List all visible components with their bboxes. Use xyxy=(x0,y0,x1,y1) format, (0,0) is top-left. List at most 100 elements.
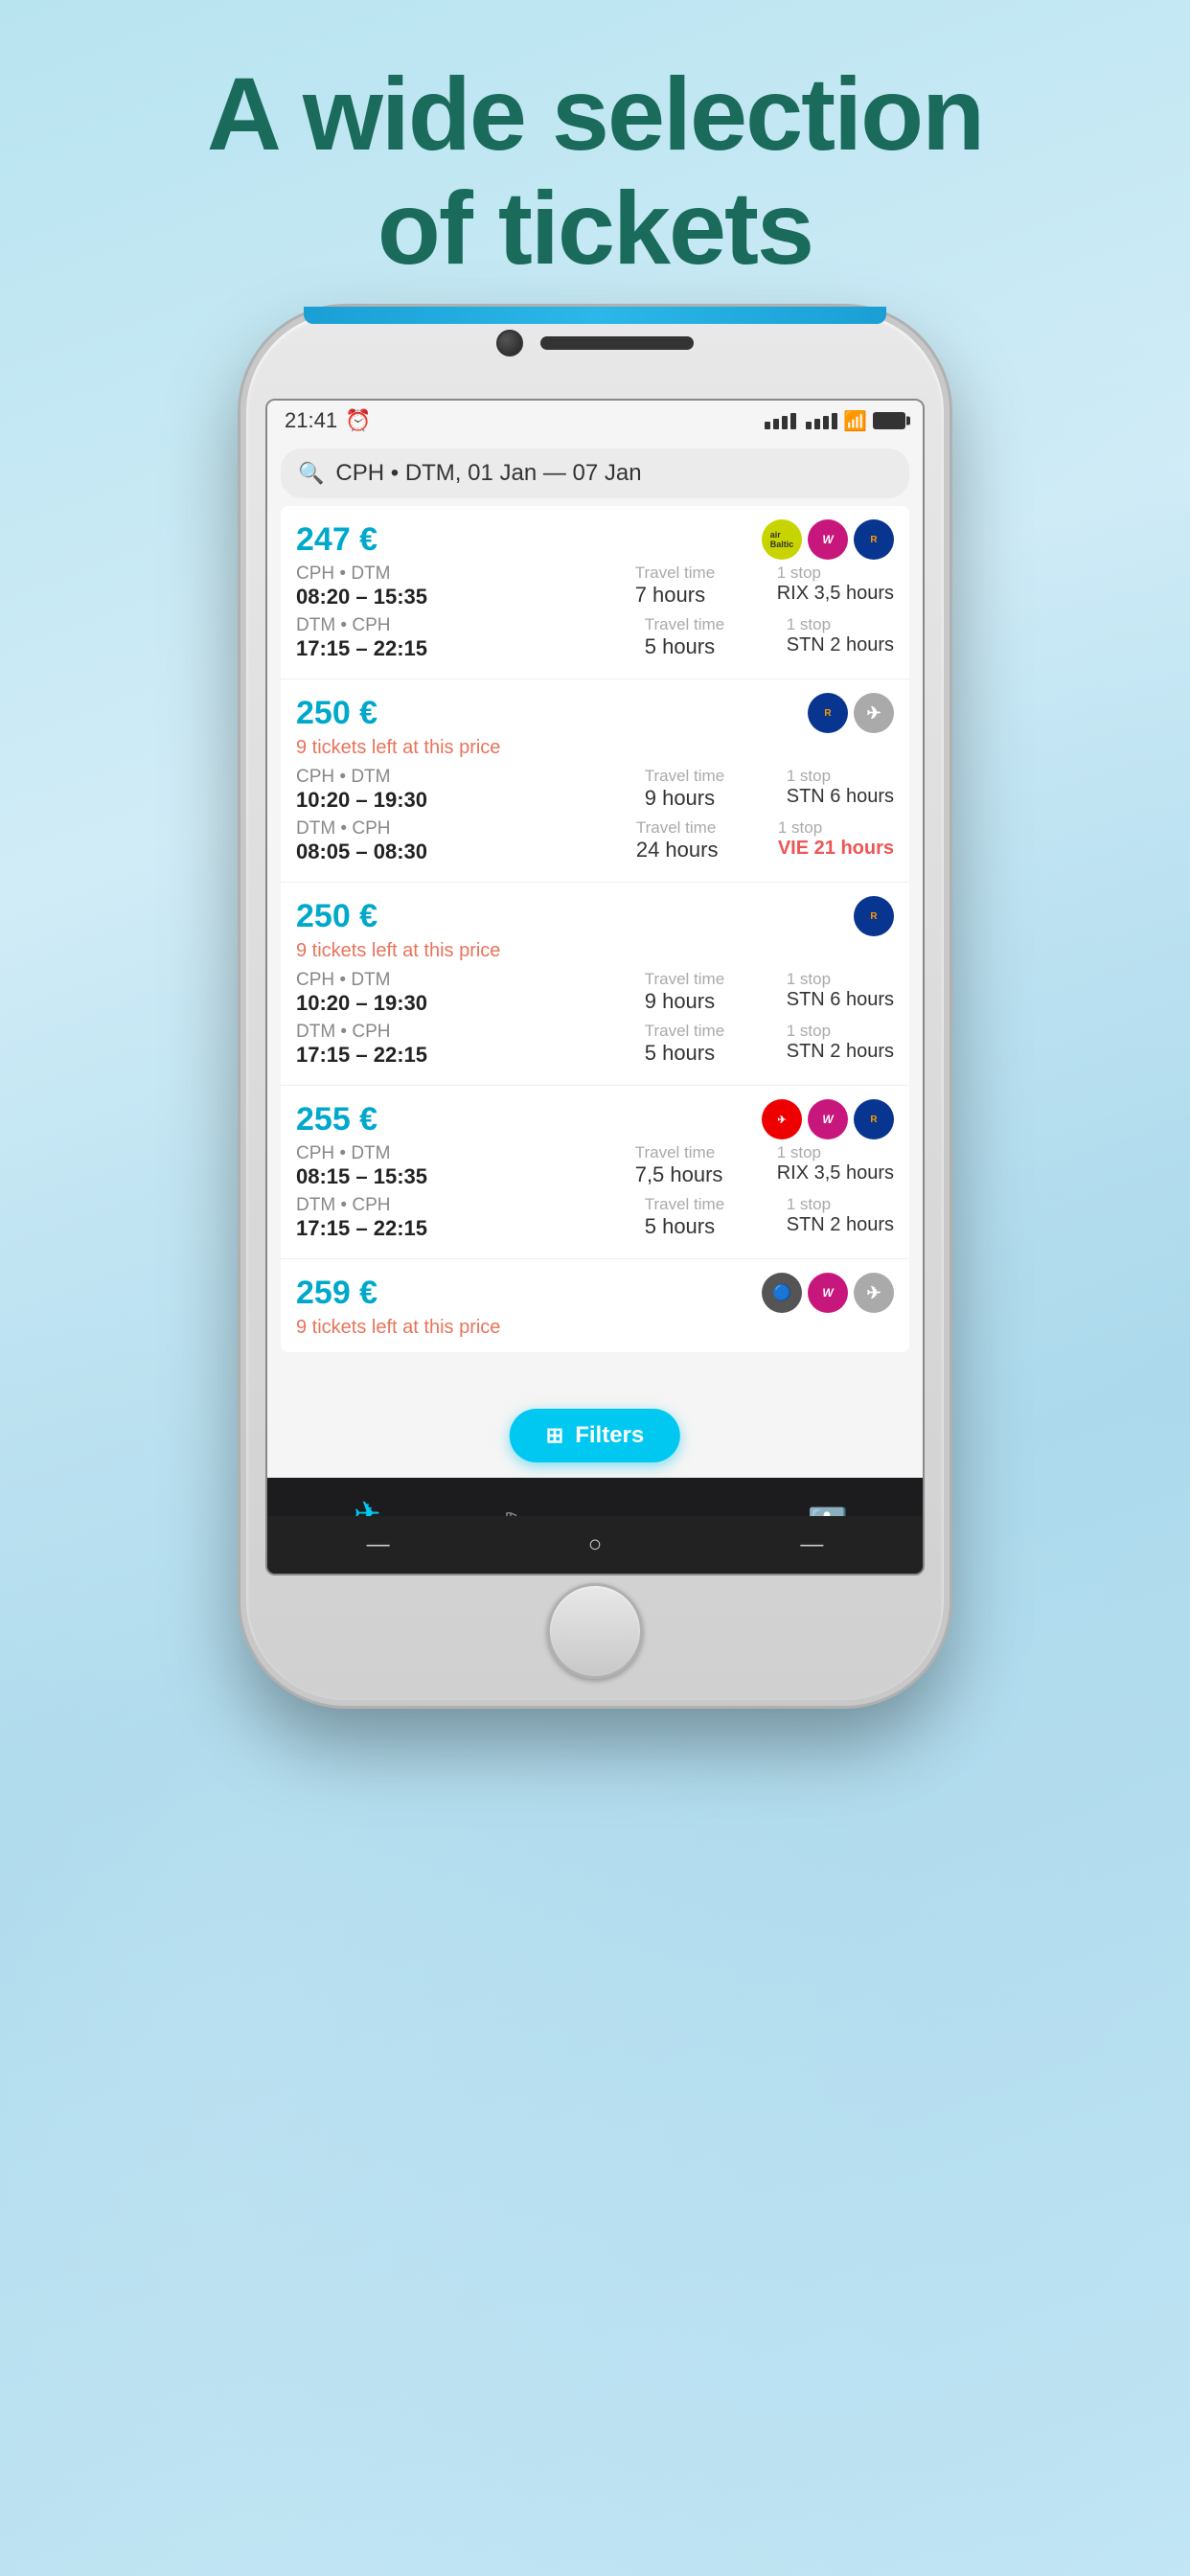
ryanair-logo-4: R xyxy=(854,1099,894,1139)
plane-logo-2: ✈ xyxy=(854,693,894,733)
flight-card-3[interactable]: 250 € R 9 tickets left at this price xyxy=(281,883,909,1086)
status-right: 📶 xyxy=(765,409,905,433)
signal-bar-1 xyxy=(765,422,770,429)
signal-bars-2 xyxy=(806,413,837,429)
airline-logos-2: R ✈ xyxy=(808,693,894,733)
android-back-btn[interactable]: — xyxy=(367,1531,390,1558)
price-5: 259 € xyxy=(296,1275,378,1312)
inbound-traveltime-2: Travel time 24 hours xyxy=(636,818,770,862)
outbound-route-3: CPH • DTM xyxy=(296,970,637,991)
outbound-row-2: CPH • DTM 10:20 – 19:30 Travel time 9 ho… xyxy=(296,767,894,813)
outbound-stop-4: 1 stop RIX 3,5 hours xyxy=(777,1143,894,1184)
inbound-row-4: DTM • CPH 17:15 – 22:15 Travel time 5 ho… xyxy=(296,1195,894,1241)
outbound-traveltime-4: Travel time 7,5 hours xyxy=(635,1143,769,1187)
inbound-row-2: DTM • CPH 08:05 – 08:30 Travel time 24 h… xyxy=(296,818,894,864)
outbound-row-3: CPH • DTM 10:20 – 19:30 Travel time 9 ho… xyxy=(296,970,894,1016)
ryanair-logo-3: R xyxy=(854,896,894,936)
search-query: CPH • DTM, 01 Jan — 07 Jan xyxy=(335,460,641,487)
wizz-logo-5: W xyxy=(808,1273,848,1313)
card-header-1: 247 € airBaltic W R xyxy=(296,519,894,560)
results-list: 247 € airBaltic W R xyxy=(281,506,909,1352)
outbound-traveltime-3: Travel time 9 hours xyxy=(645,970,779,1014)
ryanair-logo-1: R xyxy=(854,519,894,560)
inbound-time-4: 17:15 – 22:15 xyxy=(296,1216,637,1241)
phone-wrapper: 21:41 ⏰ 📶 xyxy=(240,307,950,1706)
outbound-traveltime-1: Travel time 7 hours xyxy=(635,564,769,608)
outbound-route-4: CPH • DTM xyxy=(296,1143,628,1164)
outbound-stop-3: 1 stop STN 6 hours xyxy=(787,970,894,1011)
inbound-traveltime-3: Travel time 5 hours xyxy=(645,1022,779,1066)
signal-bar-3 xyxy=(782,416,788,429)
outbound-time-2: 10:20 – 19:30 xyxy=(296,788,637,813)
inbound-row-1: DTM • CPH 17:15 – 22:15 Travel time 5 ho… xyxy=(296,615,894,661)
inbound-traveltime-4: Travel time 5 hours xyxy=(645,1195,779,1239)
inbound-stop-3: 1 stop STN 2 hours xyxy=(787,1022,894,1063)
availability-3: 9 tickets left at this price xyxy=(296,940,894,962)
filters-label: Filters xyxy=(575,1422,644,1449)
search-bar[interactable]: 🔍 CPH • DTM, 01 Jan — 07 Jan xyxy=(281,448,909,498)
outbound-time-4: 08:15 – 15:35 xyxy=(296,1164,628,1189)
price-4: 255 € xyxy=(296,1101,378,1138)
airbaltic-logo: airBaltic xyxy=(762,519,802,560)
filters-button[interactable]: ⊞ Filters xyxy=(510,1409,680,1462)
results-inner: 247 € airBaltic W R xyxy=(267,506,923,1352)
battery-icon xyxy=(873,412,905,429)
filters-icon: ⊞ xyxy=(546,1423,563,1448)
inbound-route-2: DTM • CPH xyxy=(296,818,629,840)
ryanair-logo-2: R xyxy=(808,693,848,733)
inbound-row-3: DTM • CPH 17:15 – 22:15 Travel time 5 ho… xyxy=(296,1022,894,1068)
airline-logos-1: airBaltic W R xyxy=(762,519,894,560)
wifi-icon: 📶 xyxy=(843,409,867,433)
flight-card-5[interactable]: 259 € 🔵 W ✈ xyxy=(281,1259,909,1352)
hero-title: A wide selection of tickets xyxy=(0,58,1190,286)
inbound-traveltime-1: Travel time 5 hours xyxy=(645,615,779,659)
inbound-time-2: 08:05 – 08:30 xyxy=(296,840,629,864)
wizz-logo-4: W xyxy=(808,1099,848,1139)
phone-screen: 21:41 ⏰ 📶 xyxy=(265,399,925,1576)
card-header-4: 255 € ✈ W R xyxy=(296,1099,894,1139)
android-home-btn[interactable]: ○ xyxy=(588,1531,603,1558)
card-header-2: 250 € R ✈ xyxy=(296,693,894,733)
card-header-3: 250 € R xyxy=(296,896,894,936)
phone-top-accent xyxy=(304,307,886,324)
android-recent-btn[interactable]: — xyxy=(800,1531,823,1558)
inbound-route-4: DTM • CPH xyxy=(296,1195,637,1216)
signal-bar-2 xyxy=(773,419,779,429)
airline-logos-3: R xyxy=(854,896,894,936)
inbound-time-3: 17:15 – 22:15 xyxy=(296,1043,637,1068)
airline-logos-5: 🔵 W ✈ xyxy=(762,1273,894,1313)
airline-logos-4: ✈ W R xyxy=(762,1099,894,1139)
alarm-icon: ⏰ xyxy=(345,408,371,433)
outbound-route-2: CPH • DTM xyxy=(296,767,637,788)
price-2: 250 € xyxy=(296,695,378,732)
inbound-route-1: DTM • CPH xyxy=(296,615,637,636)
outbound-stop-2: 1 stop STN 6 hours xyxy=(787,767,894,808)
home-button[interactable] xyxy=(547,1583,643,1679)
signal-bars xyxy=(765,413,796,429)
status-left: 21:41 ⏰ xyxy=(285,408,371,433)
outbound-route-1: CPH • DTM xyxy=(296,564,628,585)
flight-card-1[interactable]: 247 € airBaltic W R xyxy=(281,506,909,679)
inbound-time-1: 17:15 – 22:15 xyxy=(296,636,637,661)
status-time: 21:41 xyxy=(285,408,337,433)
availability-5: 9 tickets left at this price xyxy=(296,1317,894,1339)
phone-shell: 21:41 ⏰ 📶 xyxy=(240,307,950,1706)
card-header-5: 259 € 🔵 W ✈ xyxy=(296,1273,894,1313)
results-scroll: 247 € airBaltic W R xyxy=(267,506,923,1478)
inbound-stop-2: 1 stop VIE 21 hours xyxy=(778,818,894,860)
flight-card-2[interactable]: 250 € R ✈ 9 tickets left at this price xyxy=(281,679,909,883)
signal-bar-4 xyxy=(790,413,796,429)
status-bar: 21:41 ⏰ 📶 xyxy=(267,401,923,441)
front-camera-icon xyxy=(496,330,523,356)
price-1: 247 € xyxy=(296,521,378,559)
android-nav-bar: — ○ — xyxy=(267,1516,923,1574)
hero-section: A wide selection of tickets xyxy=(0,58,1190,286)
search-icon: 🔍 xyxy=(298,461,324,486)
wizz-logo-1: W xyxy=(808,519,848,560)
flight-card-4[interactable]: 255 € ✈ W R xyxy=(281,1086,909,1259)
red-airline-logo: ✈ xyxy=(762,1099,802,1139)
plane-logo-5: ✈ xyxy=(854,1273,894,1313)
inbound-route-3: DTM • CPH xyxy=(296,1022,637,1043)
multi-logo: 🔵 xyxy=(762,1273,802,1313)
outbound-traveltime-2: Travel time 9 hours xyxy=(645,767,779,811)
